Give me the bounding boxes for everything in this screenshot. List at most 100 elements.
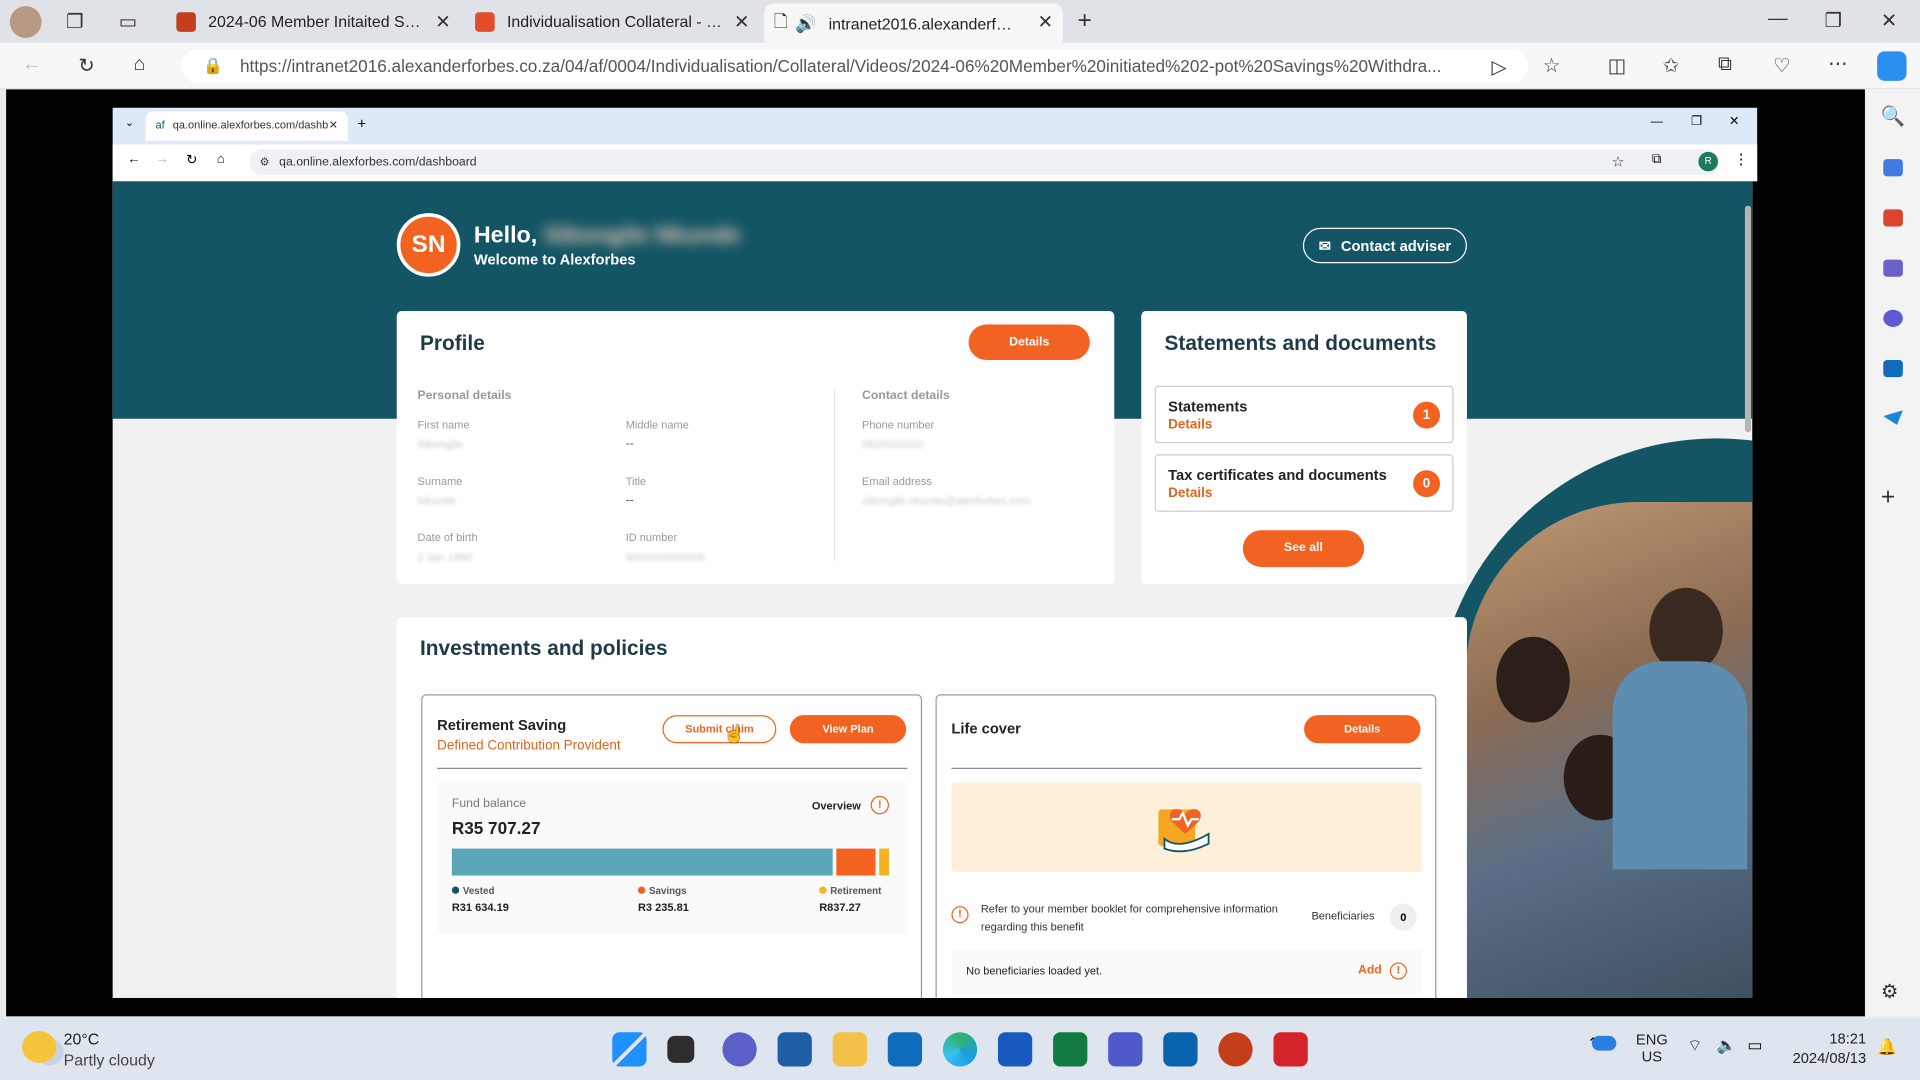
profile-details-button[interactable]: Details	[968, 324, 1090, 361]
home-icon[interactable]: ⌂	[133, 54, 145, 76]
collections-icon[interactable]: ⧉	[1718, 54, 1732, 76]
life-cover-title: Life cover	[951, 720, 1021, 738]
add-icon[interactable]: +	[1881, 484, 1895, 512]
excel-icon[interactable]	[1053, 1032, 1088, 1067]
shopping-icon[interactable]	[1883, 159, 1903, 177]
bookmark-star-icon[interactable]: ☆	[1611, 149, 1624, 175]
tab-sharepoint[interactable]: Individualisation Collateral - Hom ✕	[465, 4, 759, 40]
close-icon[interactable]: ✕	[329, 111, 338, 138]
file-explorer-icon[interactable]	[832, 1032, 867, 1067]
games-icon[interactable]	[1883, 259, 1903, 277]
statements-item[interactable]: Statements Details 1	[1154, 385, 1454, 444]
search-icon[interactable]: 🔍	[1881, 104, 1905, 128]
tools-icon[interactable]	[1883, 209, 1903, 227]
greeting: Hello, Sibongile Nkunde	[474, 223, 740, 250]
split-screen-icon[interactable]: ◫	[1608, 54, 1627, 78]
tax-details-link[interactable]: Details	[1168, 486, 1212, 501]
tab-powerpoint[interactable]: 2024-06 Member Initaited SWB C ✕	[167, 4, 461, 40]
edge-taskbar-icon[interactable]	[942, 1032, 978, 1067]
word-icon[interactable]	[997, 1032, 1033, 1067]
close-icon[interactable]: ✕	[734, 11, 749, 33]
restore-icon[interactable]: ❐	[1691, 115, 1702, 128]
refresh-icon[interactable]: ↻	[78, 54, 94, 78]
edge-tab-strip: ❐ ▭ 2024-06 Member Initaited SWB C ✕ Ind…	[0, 0, 1920, 43]
browser-essentials-icon[interactable]: ♡	[1773, 54, 1791, 78]
forward-icon[interactable]: →	[156, 152, 169, 167]
favorite-star-icon[interactable]: ☆	[1543, 54, 1561, 78]
tax-certificates-item[interactable]: Tax certificates and documents Details 0	[1154, 454, 1454, 512]
inner-tab[interactable]: af qa.online.alexforbes.com/dashb ✕	[145, 111, 348, 141]
life-details-button[interactable]: Details	[1304, 715, 1421, 744]
overview-info-icon[interactable]: !	[870, 795, 889, 815]
back-icon[interactable]: ←	[127, 152, 140, 167]
address-bar[interactable]: 🔒 https://intranet2016.alexanderforbes.c…	[181, 48, 1529, 84]
more-icon[interactable]: ⋯	[1828, 51, 1848, 75]
task-view-icon[interactable]	[667, 1035, 695, 1063]
favicon-icon: af	[155, 118, 165, 132]
onedrive-icon[interactable]	[1591, 1035, 1617, 1051]
fund-balance-value: R35 707.27	[451, 817, 541, 838]
close-icon[interactable]: ✕	[1038, 11, 1053, 33]
extensions-icon[interactable]: ⧉	[1652, 152, 1662, 168]
weather-icon[interactable]	[22, 1031, 57, 1063]
notification-bell-icon[interactable]: 🔔	[1877, 1037, 1897, 1057]
back-icon[interactable]: ←	[22, 54, 42, 76]
clock[interactable]: 18:21 2024/08/13	[1783, 1030, 1867, 1067]
home-icon[interactable]: ⌂	[217, 152, 225, 167]
see-all-button[interactable]: See all	[1242, 530, 1365, 567]
scrollbar-thumb[interactable]	[1744, 205, 1752, 433]
tab-intranet-active[interactable]: 🗋 🔊 intranet2016.alexanderforbe ✕	[764, 3, 1063, 43]
vested-amount: R31 634.19	[451, 901, 509, 914]
statements-details-link[interactable]: Details	[1168, 418, 1212, 433]
settings-icon[interactable]: ⚙	[1881, 980, 1899, 1004]
battery-icon[interactable]: ▭	[1747, 1036, 1762, 1056]
workspaces-icon[interactable]: ❐	[66, 10, 84, 34]
speaker-icon[interactable]: 🔊	[795, 13, 816, 34]
tab-actions-icon[interactable]: ▭	[119, 10, 138, 34]
send-icon[interactable]	[1883, 410, 1903, 425]
volume-icon[interactable]: 🔈	[1717, 1036, 1737, 1056]
new-tab-icon[interactable]: +	[358, 115, 367, 132]
outlook-taskbar-icon[interactable]	[887, 1032, 923, 1067]
office-icon[interactable]	[1883, 309, 1903, 327]
heart-hand-icon	[1158, 809, 1210, 853]
add-beneficiary-link[interactable]: Add	[1358, 964, 1382, 977]
chat-icon[interactable]	[722, 1032, 757, 1067]
outlook-icon[interactable]	[1883, 360, 1903, 378]
vested-dot-icon	[451, 886, 460, 894]
inner-address-bar[interactable]: ⚙ qa.online.alexforbes.com/dashboard ☆	[249, 149, 1720, 176]
fund-balance-label: Fund balance	[451, 797, 527, 811]
language-indicator[interactable]: ENG US	[1636, 1031, 1668, 1065]
refresh-icon[interactable]: ↻	[186, 152, 197, 168]
profile-avatar[interactable]	[9, 6, 42, 38]
view-plan-button[interactable]: View Plan	[789, 715, 907, 744]
email-value: sibongile.nkunde@alexforbes.com	[862, 494, 1031, 507]
menu-icon[interactable]: ⋮	[1734, 151, 1749, 168]
contact-adviser-button[interactable]: ✉ Contact adviser	[1302, 227, 1467, 264]
outlook-classic-icon[interactable]	[1163, 1032, 1198, 1067]
submit-claim-button[interactable]: Submit claim	[662, 715, 777, 744]
mouse-cursor: ☝	[723, 723, 746, 744]
statements-count-badge: 1	[1413, 401, 1441, 429]
add-info-icon[interactable]: !	[1389, 962, 1407, 980]
minimize-icon[interactable]: —	[1768, 9, 1788, 31]
copilot-icon[interactable]	[1877, 51, 1907, 81]
minimize-icon[interactable]: —	[1651, 115, 1663, 128]
powerpoint-taskbar-icon[interactable]	[1218, 1032, 1253, 1067]
new-tab-icon[interactable]: +	[1078, 7, 1092, 35]
tab-list-icon[interactable]: ⌄	[125, 116, 134, 129]
acrobat-icon[interactable]	[1273, 1032, 1308, 1067]
close-icon[interactable]: ✕	[435, 11, 450, 33]
close-window-icon[interactable]: ✕	[1881, 9, 1897, 33]
weather-temp[interactable]: 20°C	[64, 1030, 100, 1048]
profile-avatar[interactable]: R	[1698, 151, 1718, 172]
favorites-icon[interactable]: ✩	[1663, 54, 1679, 78]
restore-icon[interactable]: ❐	[1825, 9, 1843, 33]
weather-condition[interactable]: Partly cloudy	[64, 1051, 155, 1069]
close-window-icon[interactable]: ✕	[1729, 115, 1739, 128]
teams-icon[interactable]	[1108, 1032, 1143, 1067]
store-icon[interactable]	[777, 1032, 812, 1067]
start-icon[interactable]	[612, 1032, 647, 1067]
wifi-icon[interactable]: ⌔	[1687, 1036, 1702, 1056]
read-aloud-icon[interactable]: ▷	[1491, 55, 1506, 79]
